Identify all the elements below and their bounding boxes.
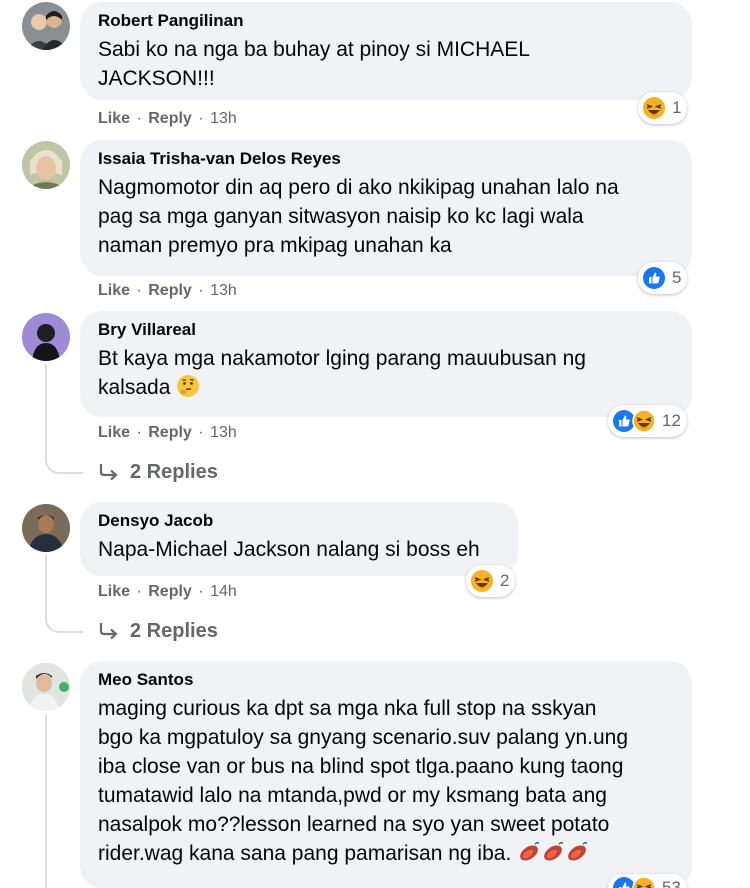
comment-text-line: iba close van or bus na blind spot tlga.… — [98, 755, 624, 778]
reaction-summary[interactable]: 12 — [608, 405, 687, 437]
reply-button[interactable]: Reply — [148, 424, 192, 441]
like-button[interactable]: Like — [98, 110, 130, 127]
reaction-count: 2 — [500, 571, 510, 590]
replies-count-label[interactable]: 2 Replies — [130, 460, 218, 484]
avatar[interactable] — [22, 2, 70, 50]
reaction-summary[interactable]: 5 — [638, 262, 688, 294]
comment-text: maging curious ka dpt sa mga nka full st… — [98, 694, 674, 868]
comment-text-line: maging curious ka dpt sa mga nka full st… — [98, 697, 597, 720]
reaction-count: 12 — [662, 411, 681, 430]
view-replies-button[interactable]: 2 Replies — [98, 619, 218, 643]
comment-text-line: Nagmomotor din aq pero di ako nkikipag u… — [98, 176, 619, 199]
comment-text-line: JACKSON!!! — [98, 67, 215, 90]
comment-actions: Like · Reply · 13h — [98, 282, 237, 299]
thread-connector — [45, 456, 83, 474]
replies-count-label[interactable]: 2 Replies — [130, 619, 218, 643]
like-button[interactable]: Like — [98, 424, 130, 441]
reaction-summary[interactable]: 53 — [608, 874, 687, 888]
comment-text-line: Sabi ko na nga ba buhay at pinoy si MICH… — [98, 38, 530, 61]
reply-button[interactable]: Reply — [148, 110, 192, 127]
reply-arrow-icon — [99, 623, 118, 640]
comment-author[interactable]: Issaia Trisha-van Delos Reyes — [98, 148, 674, 170]
haha-icon — [632, 876, 656, 888]
thinking-face-emoji — [176, 374, 200, 398]
comment-timestamp[interactable]: 14h — [210, 583, 237, 600]
comment-text-line: rider.wag kana sana pang pamarisan ng ib… — [98, 839, 674, 868]
comment-actions: Like · Reply · 13h — [98, 424, 237, 441]
avatar[interactable] — [22, 663, 70, 711]
comment-text: Sabi ko na nga ba buhay at pinoy si MICH… — [98, 35, 674, 93]
view-replies-button[interactable]: 2 Replies — [98, 460, 218, 484]
comment-timestamp[interactable]: 13h — [210, 424, 237, 441]
comment-author[interactable]: Meo Santos — [98, 669, 674, 691]
sweet-potato-emoji — [565, 840, 589, 864]
comment-bubble: Meo Santos maging curious ka dpt sa mga … — [80, 661, 692, 888]
comment-actions: Like · Reply · 13h — [98, 110, 237, 127]
reaction-count: 5 — [672, 268, 682, 287]
avatar-photo-icon — [22, 141, 70, 189]
comment-text-line: Bt kaya mga nakamotor lging parang mauub… — [98, 347, 586, 370]
comment-text-line: tumatawid lalo na mtanda,pwd or my ksman… — [98, 784, 607, 807]
comment-text-line: Napa-Michael Jackson nalang si boss eh — [98, 538, 480, 561]
comment-author[interactable]: Bry Villareal — [98, 319, 674, 341]
avatar-photo-icon — [22, 663, 70, 711]
comment-timestamp[interactable]: 13h — [210, 282, 237, 299]
comment-text: Nagmomotor din aq pero di ako nkikipag u… — [98, 173, 674, 260]
like-icon — [642, 266, 666, 290]
reaction-count: 1 — [672, 98, 682, 117]
like-button[interactable]: Like — [98, 583, 130, 600]
comment-text-line: kalsada — [98, 373, 674, 402]
comment-text-line: bgo ka mgpatuloy sa gnyang scenario.suv … — [98, 726, 629, 749]
avatar-photo-icon — [22, 504, 70, 552]
reaction-summary[interactable]: 2 — [466, 565, 516, 597]
avatar-photo-icon — [22, 2, 70, 50]
sweet-potato-emoji — [541, 840, 565, 864]
like-button[interactable]: Like — [98, 282, 130, 299]
comment-actions: Like · Reply · 14h — [98, 583, 237, 600]
reaction-count: 53 — [662, 878, 681, 888]
avatar-photo-icon — [22, 313, 70, 361]
thread-line — [45, 555, 47, 617]
reply-button[interactable]: Reply — [148, 282, 192, 299]
thread-connector — [45, 615, 83, 633]
comment-text-line: naman premyo pra mkipag unahan ka — [98, 234, 452, 257]
haha-icon — [470, 569, 494, 593]
reply-button[interactable]: Reply — [148, 583, 192, 600]
comment-text-line: pag sa mga ganyan sitwasyon naisip ko kc… — [98, 205, 584, 228]
comment-author[interactable]: Robert Pangilinan — [98, 10, 674, 32]
reaction-summary[interactable]: 1 — [638, 92, 688, 124]
comment-bubble: Densyo Jacob Napa-Michael Jackson nalang… — [80, 502, 518, 576]
haha-icon — [632, 409, 656, 433]
thread-line — [45, 714, 47, 888]
comment-bubble: Issaia Trisha-van Delos Reyes Nagmomotor… — [80, 140, 692, 276]
thread-line — [45, 364, 47, 458]
comment-author[interactable]: Densyo Jacob — [98, 510, 500, 532]
comment-text: Napa-Michael Jackson nalang si boss eh — [98, 535, 500, 564]
avatar[interactable] — [22, 504, 70, 552]
comment-timestamp[interactable]: 13h — [210, 110, 237, 127]
avatar[interactable] — [22, 313, 70, 361]
avatar[interactable] — [22, 141, 70, 189]
comment-text: Bt kaya mga nakamotor lging parang mauub… — [98, 344, 674, 402]
comment-bubble: Bry Villareal Bt kaya mga nakamotor lgin… — [80, 311, 692, 417]
reply-arrow-icon — [99, 464, 118, 481]
comment-text-line: nasalpok mo??lesson learned na syo yan s… — [98, 813, 610, 836]
comment-bubble: Robert Pangilinan Sabi ko na nga ba buha… — [80, 2, 692, 100]
haha-icon — [642, 96, 666, 120]
sweet-potato-emoji — [517, 840, 541, 864]
